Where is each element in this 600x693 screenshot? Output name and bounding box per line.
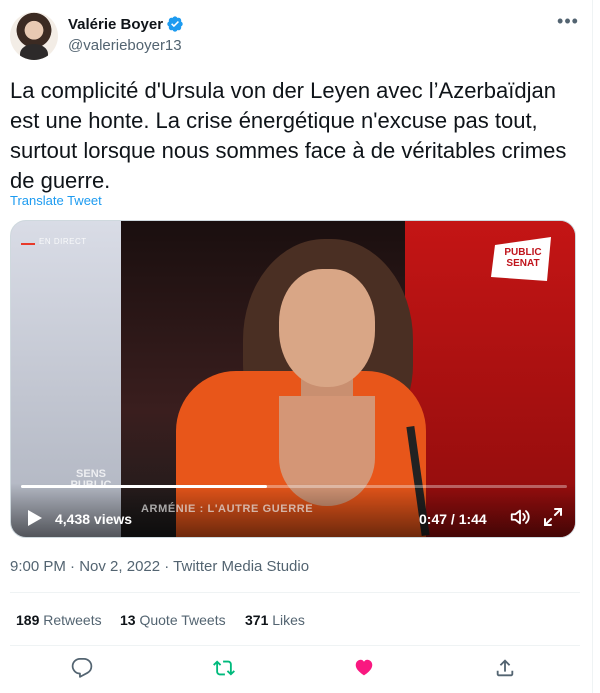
- tweet-text: La complicité d'Ursula von der Leyen ave…: [10, 78, 567, 193]
- meta-separator-2: ·: [160, 558, 174, 575]
- meta-separator-1: ·: [65, 558, 80, 575]
- quotes-label: Quote Tweets: [139, 612, 226, 628]
- author-handle[interactable]: @valerieboyer13: [68, 37, 182, 54]
- divider: [10, 645, 580, 646]
- tweet-card: Valérie Boyer @valerieboyer13 ••• La com…: [0, 0, 600, 693]
- avatar[interactable]: [10, 12, 58, 60]
- video-progress-bar[interactable]: [21, 485, 567, 488]
- volume-icon[interactable]: [509, 506, 531, 528]
- divider: [10, 592, 580, 593]
- live-indicator-line: [21, 243, 35, 245]
- tweet-date[interactable]: Nov 2, 2022: [79, 558, 160, 575]
- tweet-meta: 9:00 PM · Nov 2, 2022 · Twitter Media St…: [10, 558, 309, 575]
- video-progress-fill: [21, 485, 267, 488]
- video-player[interactable]: EN DIRECT PUBLIC SENAT SENS PUBLIC ARMÉN…: [10, 220, 576, 538]
- quotes-count: 13: [120, 612, 136, 628]
- share-icon[interactable]: [494, 657, 516, 679]
- retweets-stat[interactable]: 189 Retweets: [16, 612, 102, 628]
- live-label: EN DIRECT: [39, 237, 87, 246]
- channel-logo-line1: PUBLIC: [504, 247, 542, 258]
- video-subject-face: [279, 269, 375, 387]
- lower-third-caption: ARMÉNIE : L'AUTRE GUERRE: [141, 503, 314, 515]
- window-edge: [592, 0, 600, 693]
- fullscreen-icon[interactable]: [543, 507, 563, 527]
- author-name[interactable]: Valérie Boyer: [68, 16, 163, 33]
- video-time: 0:47 / 1:44: [419, 511, 487, 527]
- translate-tweet-link[interactable]: Translate Tweet: [10, 193, 102, 208]
- retweet-icon[interactable]: [213, 657, 235, 679]
- likes-count: 371: [245, 612, 269, 628]
- quote-tweets-stat[interactable]: 13 Quote Tweets: [120, 612, 226, 628]
- tweet-source-app[interactable]: Twitter Media Studio: [173, 558, 309, 575]
- likes-label: Likes: [272, 612, 305, 628]
- likes-stat[interactable]: 371 Likes: [245, 612, 305, 628]
- like-icon[interactable]: [353, 657, 375, 679]
- view-count: 4,438 views: [55, 511, 133, 527]
- more-options-icon[interactable]: •••: [556, 12, 580, 34]
- tweet-time[interactable]: 9:00 PM: [10, 558, 66, 575]
- retweets-label: Retweets: [43, 612, 102, 628]
- play-icon[interactable]: [27, 509, 43, 527]
- reply-icon[interactable]: [71, 657, 93, 679]
- channel-logo-text: PUBLIC SENAT: [499, 247, 547, 269]
- channel-logo-line2: SENAT: [506, 258, 540, 269]
- verified-badge-icon: [167, 16, 183, 32]
- retweets-count: 189: [16, 612, 40, 628]
